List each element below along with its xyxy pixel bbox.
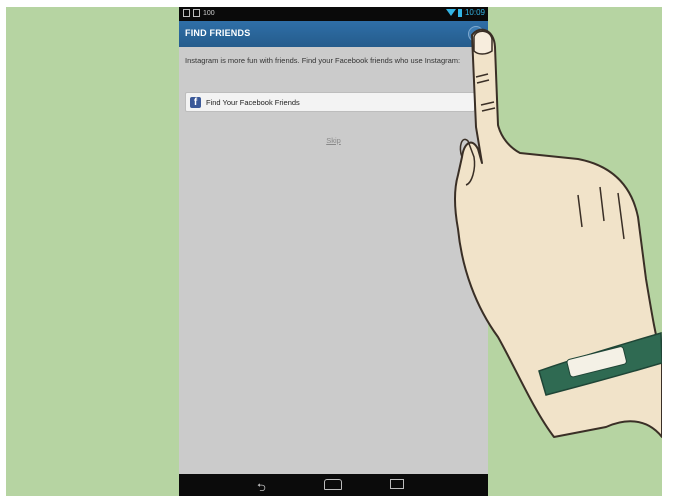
- recent-apps-icon[interactable]: [390, 479, 404, 492]
- app-header: FIND FRIENDS ›: [179, 21, 488, 47]
- notification-icon: [183, 9, 190, 17]
- facebook-icon: f: [190, 96, 201, 108]
- chevron-right-icon: ›: [474, 29, 478, 39]
- wristband: [538, 332, 662, 396]
- home-icon[interactable]: [324, 479, 342, 493]
- find-friends-description: Instagram is more fun with friends. Find…: [185, 56, 461, 65]
- image-icon: [193, 9, 200, 17]
- status-left: 100: [183, 9, 215, 17]
- status-time: 10:09: [464, 8, 485, 17]
- android-nav-bar: ⮌: [179, 474, 488, 496]
- wikihow-tag: [566, 346, 627, 378]
- status-bar: 100 10:09: [179, 7, 488, 21]
- facebook-button-label: Find Your Facebook Friends: [206, 97, 300, 107]
- battery-icon: [457, 8, 462, 17]
- back-icon[interactable]: ⮌: [257, 479, 266, 496]
- status-right: 10:09: [445, 8, 485, 17]
- illustration-frame: 100 10:09 FIND FRIENDS › Instagram is mo…: [6, 7, 662, 496]
- wifi-icon: [445, 9, 456, 16]
- skip-link[interactable]: Skip: [179, 136, 488, 145]
- notification-count: 100: [203, 9, 215, 17]
- find-facebook-friends-button[interactable]: f Find Your Facebook Friends: [185, 92, 475, 112]
- next-button[interactable]: ›: [468, 26, 484, 42]
- page-title: FIND FRIENDS: [185, 28, 251, 38]
- main-content: Instagram is more fun with friends. Find…: [179, 47, 488, 145]
- tablet-screen: 100 10:09 FIND FRIENDS › Instagram is mo…: [179, 7, 488, 496]
